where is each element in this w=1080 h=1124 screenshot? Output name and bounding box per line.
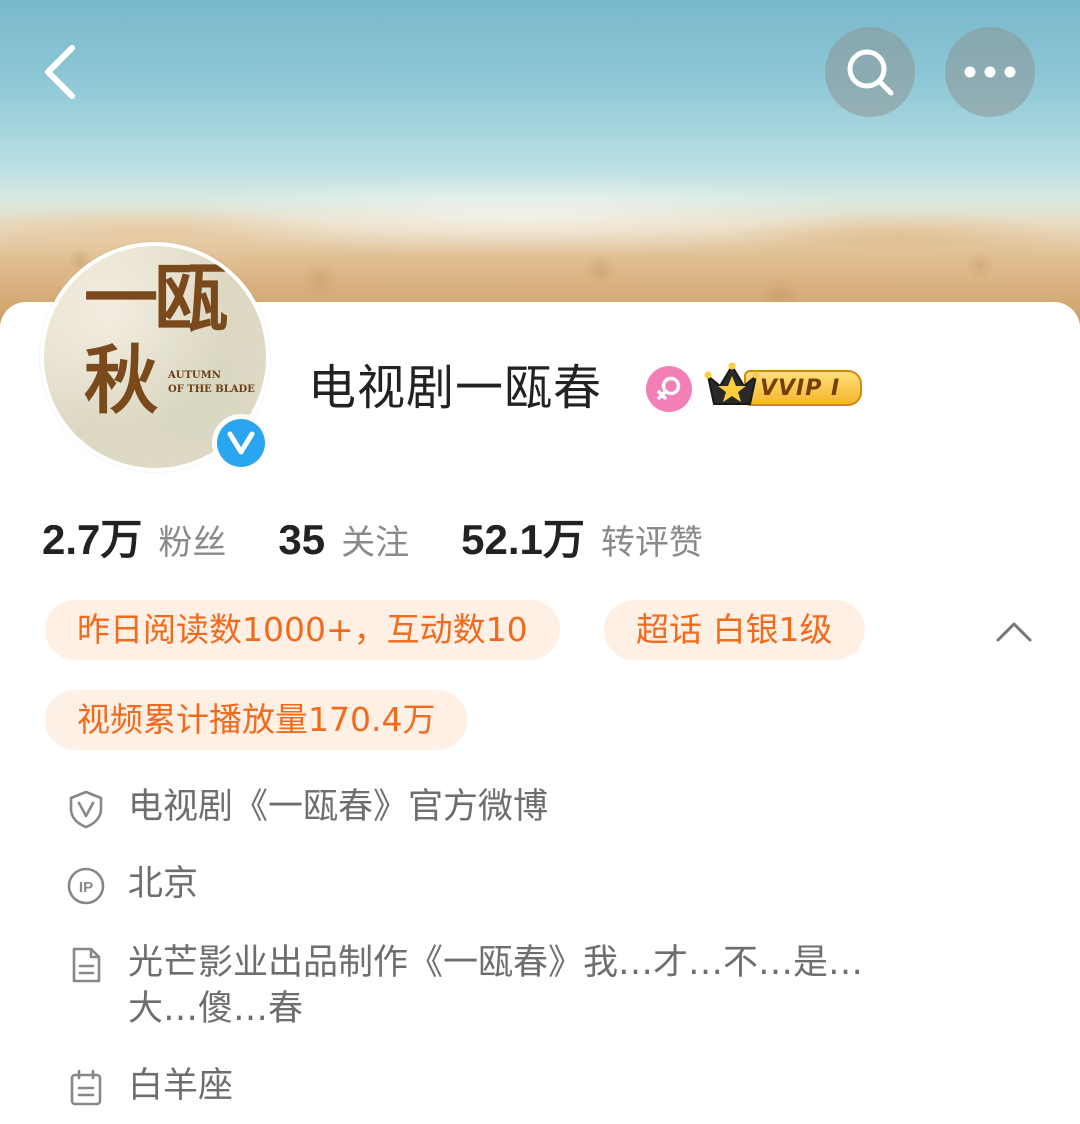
chevron-up-icon — [996, 622, 1032, 642]
following-count: 35 — [278, 516, 326, 563]
likes-stat[interactable]: 52.1万 转评赞 — [461, 506, 703, 567]
back-arrow-icon — [45, 45, 75, 99]
reads-pill[interactable]: 昨日阅读数1000+，互动数10 — [45, 600, 560, 660]
vvip-label: VVIP I — [744, 370, 862, 406]
crown-icon — [704, 362, 760, 405]
verified-badge — [212, 414, 270, 472]
search-button[interactable] — [825, 27, 915, 117]
more-dots-icon — [964, 66, 1016, 78]
constellation-text: 白羊座 — [128, 1066, 234, 1106]
bio-text: 光芒影业出品制作《一瓯春》我…才…不…是… 大…傻…春 — [128, 940, 863, 1032]
ip-location-text: 北京 — [128, 864, 199, 904]
super-topic-pill[interactable]: 超话 白银1级 — [604, 600, 865, 660]
verified-v-icon — [227, 431, 255, 455]
document-icon — [72, 947, 101, 983]
avatar-title-big: 一瓯秋 — [84, 256, 228, 424]
collapse-button[interactable] — [994, 612, 1034, 652]
shield-v-icon — [69, 790, 103, 829]
more-button[interactable] — [945, 27, 1035, 117]
verification-text: 电视剧《一瓯春》官方微博 — [128, 787, 549, 827]
svg-text:IP: IP — [79, 879, 93, 896]
verification-row: 电视剧《一瓯春》官方微博 — [66, 784, 548, 830]
followers-stat[interactable]: 2.7万 粉丝 — [42, 506, 226, 567]
female-icon — [646, 366, 692, 412]
video-plays-pill[interactable]: 视频累计播放量170.4万 — [45, 690, 468, 750]
profile-name: 电视剧一瓯春 — [308, 360, 603, 416]
following-stat[interactable]: 35 关注 — [278, 515, 409, 564]
constellation-row: 白羊座 — [66, 1063, 233, 1109]
likes-count: 52.1万 — [461, 516, 585, 563]
followers-label: 粉丝 — [158, 523, 227, 563]
bio-row: 光芒影业出品制作《一瓯春》我…才…不…是… 大…傻…春 — [66, 940, 863, 1032]
avatar-title-en: AUTUMN — [167, 370, 221, 381]
likes-label: 转评赞 — [600, 523, 703, 563]
avatar-title-en-2: OF THE BLADE — [168, 384, 255, 395]
bio-line-2: 大…傻…春 — [128, 989, 304, 1029]
ip-icon: IP — [67, 867, 105, 905]
vvip-badge[interactable]: VVIP I — [704, 362, 864, 408]
followers-count: 2.7万 — [42, 516, 143, 563]
back-button[interactable] — [30, 40, 90, 104]
stats-row: 2.7万 粉丝 35 关注 52.1万 转评赞 — [42, 506, 703, 566]
search-icon — [847, 49, 894, 96]
bio-line-1: 光芒影业出品制作《一瓯春》我…才…不…是… — [128, 943, 864, 983]
following-label: 关注 — [341, 523, 410, 563]
ip-location-row: IP 北京 — [66, 861, 198, 907]
calendar-icon — [70, 1069, 102, 1106]
